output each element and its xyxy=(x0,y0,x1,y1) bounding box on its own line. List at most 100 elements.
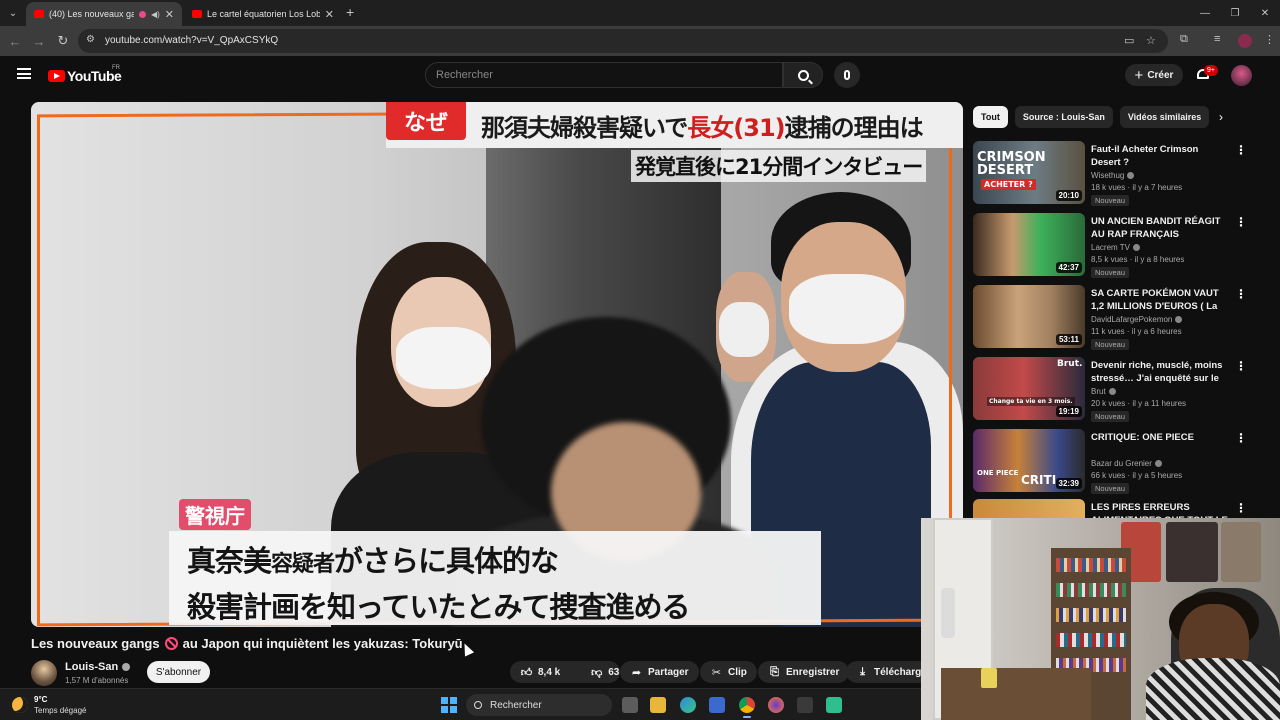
channel-avatar[interactable] xyxy=(31,660,57,686)
more-options-icon[interactable]: ⋮ xyxy=(1235,215,1247,229)
weather-description[interactable]: Temps dégagé xyxy=(34,706,86,715)
video-player[interactable]: なぜ 那須夫婦殺害疑いで長女(31)逮捕の理由は 発覚直後に21分間インタビュー… xyxy=(31,102,963,627)
menu-kebab-icon[interactable]: ⋮ xyxy=(1264,33,1275,46)
video-thumbnail[interactable]: 42:37 xyxy=(973,213,1085,276)
verified-check-icon xyxy=(1132,244,1140,251)
bookmark-star-icon[interactable]: ☆ xyxy=(1146,34,1156,47)
save-label: Enregistrer xyxy=(786,666,840,678)
firefox-icon[interactable] xyxy=(768,697,784,713)
recommendation-title[interactable]: UN ANCIEN BANDIT RÉAGIT AU RAP FRANÇAIS xyxy=(1091,215,1229,241)
reload-icon[interactable]: ↻ xyxy=(54,32,72,50)
recommendation-title[interactable]: CRITIQUE: ONE PIECE xyxy=(1091,431,1229,444)
audio-icon[interactable]: ◀) xyxy=(151,10,160,19)
recommendation-channel[interactable]: Bazar du Grenier xyxy=(1091,459,1162,468)
close-tab-icon[interactable]: ✕ xyxy=(165,8,174,21)
scissors-icon: ✂ xyxy=(711,666,722,679)
more-options-icon[interactable]: ⋮ xyxy=(1235,287,1247,301)
chip-similar[interactable]: Vidéos similaires xyxy=(1119,106,1210,128)
file-explorer-icon[interactable] xyxy=(650,697,666,713)
create-label: Créer xyxy=(1147,69,1174,81)
tab-active[interactable]: (40) Les nouveaux gangs ◀) ✕ xyxy=(26,2,182,26)
recommendation-item[interactable]: ONE PIECE CRITI 32:39 CRITIQUE: ONE PIEC… xyxy=(973,429,1263,495)
recommendation-channel[interactable]: Lacrem TV xyxy=(1091,243,1140,252)
new-tab-button[interactable]: + xyxy=(346,4,354,20)
chevron-right-icon[interactable]: › xyxy=(1219,110,1223,124)
verified-check-icon xyxy=(1175,316,1183,323)
more-options-icon[interactable]: ⋮ xyxy=(1235,501,1247,515)
taskbar-search[interactable]: Rechercher xyxy=(466,694,612,716)
back-icon[interactable]: ← xyxy=(6,32,24,50)
account-avatar[interactable] xyxy=(1231,65,1252,86)
subscribe-button[interactable]: S'abonner xyxy=(147,661,210,683)
youtube-logo[interactable]: YouTube xyxy=(48,68,122,84)
weather-moon-icon[interactable] xyxy=(12,697,28,713)
tab-inactive[interactable]: Le cartel équatorien Los Lobos ✕ xyxy=(184,2,342,26)
video-thumbnail[interactable]: CRIMSON DESERT ACHETER ? 20:10 xyxy=(973,141,1085,204)
microphone-icon xyxy=(844,70,850,80)
extensions-icon[interactable]: ⧉ xyxy=(1180,33,1188,46)
maximize-icon[interactable]: ❐ xyxy=(1220,0,1250,26)
search-input[interactable] xyxy=(426,63,782,87)
recommendation-channel[interactable]: Brut xyxy=(1091,387,1116,396)
close-window-icon[interactable]: ✕ xyxy=(1250,0,1280,26)
tab-search-icon[interactable]: ≡ xyxy=(1214,33,1220,45)
profile-avatar[interactable] xyxy=(1238,34,1252,48)
chip-all[interactable]: Tout xyxy=(973,106,1008,128)
banner-tag: なぜ xyxy=(386,102,466,140)
new-badge: Nouveau xyxy=(1091,411,1130,422)
video-thumbnail[interactable]: ONE PIECE CRITI 32:39 xyxy=(973,429,1085,492)
recommendation-title[interactable]: Faut-il Acheter Crimson Desert ? xyxy=(1091,143,1229,169)
like-button[interactable]: 👍︎ 8,4 k xyxy=(510,661,570,683)
microsoft-store-icon[interactable] xyxy=(709,697,725,713)
omnibox[interactable]: ⚙ youtube.com/watch?v=V_QpAxCSYkQ ▭ ☆ xyxy=(78,29,1168,53)
create-button[interactable]: + Créer xyxy=(1125,64,1183,86)
recommendation-item[interactable]: CRIMSON DESERT ACHETER ? 20:10 Faut-il A… xyxy=(973,141,1263,207)
recommendation-channel[interactable]: DavidLafargePokemon xyxy=(1091,315,1183,324)
recommendation-item[interactable]: 53:11 SA CARTE POKÉMON VAUT 1,2 MILLIONS… xyxy=(973,285,1263,351)
address-bar-row: ← → ↻ ⚙ youtube.com/watch?v=V_QpAxCSYkQ … xyxy=(0,26,1280,56)
headline-part: 逮捕の理由は xyxy=(784,114,924,142)
close-tab-icon[interactable]: ✕ xyxy=(325,8,334,21)
recommendation-channel[interactable]: Wisethug xyxy=(1091,171,1135,180)
chip-source[interactable]: Source : Louis-San xyxy=(1014,106,1113,128)
thumbs-down-icon: 👎︎ xyxy=(591,666,603,679)
headline-highlight: 長女(31) xyxy=(687,114,785,142)
video-duration: 20:10 xyxy=(1055,190,1082,201)
new-badge: Nouveau xyxy=(1091,483,1130,494)
app-icon[interactable] xyxy=(826,697,842,713)
edge-browser-icon[interactable] xyxy=(680,697,696,713)
share-button[interactable]: ➦ Partager xyxy=(620,661,699,683)
search-box[interactable] xyxy=(425,62,783,88)
minimize-icon[interactable]: — xyxy=(1190,0,1220,26)
search-icon xyxy=(797,69,809,81)
clip-label: Clip xyxy=(728,666,747,678)
save-button[interactable]: ⎘ Enregistrer xyxy=(758,661,850,683)
cast-icon[interactable]: ▭ xyxy=(1124,34,1134,47)
clip-button[interactable]: ✂ Clip xyxy=(700,661,757,683)
weather-temperature[interactable]: 9°C xyxy=(34,695,47,704)
chrome-icon[interactable] xyxy=(739,697,755,718)
capcut-icon[interactable] xyxy=(797,697,813,713)
task-view-icon[interactable] xyxy=(622,697,638,713)
verified-check-icon xyxy=(1108,388,1116,395)
more-options-icon[interactable]: ⋮ xyxy=(1235,359,1247,373)
video-thumbnail[interactable]: 53:11 xyxy=(973,285,1085,348)
more-options-icon[interactable]: ⋮ xyxy=(1235,143,1247,157)
site-info-icon[interactable]: ⚙ xyxy=(86,34,100,48)
thumbnail-subtext: ACHETER ? xyxy=(981,179,1036,190)
recommendation-title[interactable]: SA CARTE POKÉMON VAUT 1,2 MILLIONS D'EUR… xyxy=(1091,287,1229,313)
share-label: Partager xyxy=(648,666,689,678)
hamburger-menu-icon[interactable] xyxy=(17,68,31,79)
voice-search-button[interactable] xyxy=(834,62,860,88)
video-thumbnail[interactable]: Brut. Change ta vie en 3 mois. 19:19 xyxy=(973,357,1085,420)
more-options-icon[interactable]: ⋮ xyxy=(1235,431,1247,445)
recommendation-item[interactable]: 42:37 UN ANCIEN BANDIT RÉAGIT AU RAP FRA… xyxy=(973,213,1263,279)
bookmark-icon: ⎘ xyxy=(770,665,779,678)
tab-list-chevron-icon[interactable]: ⌄ xyxy=(4,4,22,22)
search-button[interactable] xyxy=(783,62,823,88)
recommendation-title[interactable]: Devenir riche, musclé, moins stressé… J'… xyxy=(1091,359,1229,385)
channel-name[interactable]: Louis-San xyxy=(65,661,131,673)
windows-start-icon[interactable] xyxy=(441,697,457,713)
recommendation-item[interactable]: Brut. Change ta vie en 3 mois. 19:19 Dev… xyxy=(973,357,1263,423)
forward-icon[interactable]: → xyxy=(30,32,48,50)
